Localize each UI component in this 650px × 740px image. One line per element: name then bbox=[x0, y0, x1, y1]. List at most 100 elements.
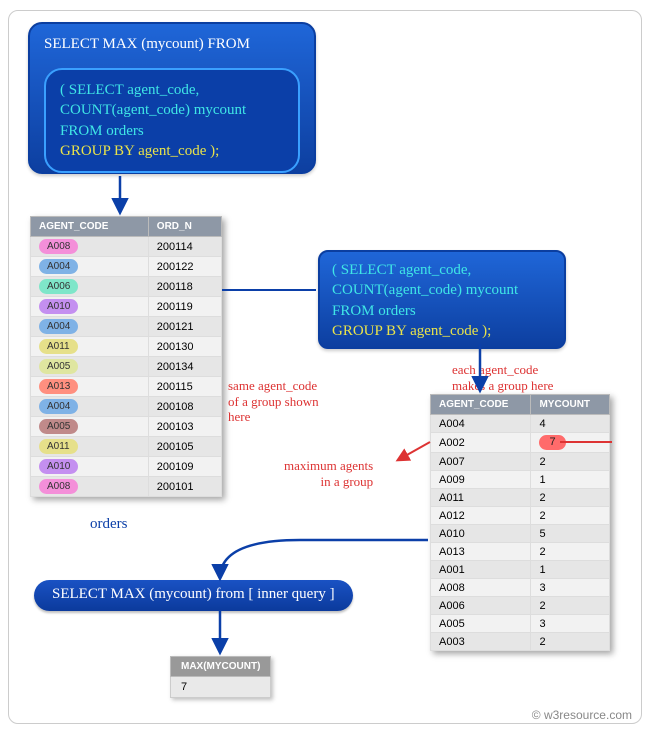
table-row: A008 200114 bbox=[31, 237, 222, 257]
inner-l4: GROUP BY agent_code ); bbox=[60, 141, 284, 161]
ord-cell: 200108 bbox=[148, 397, 221, 417]
orders-table: AGENT_CODE ORD_N A008200114A004200122A00… bbox=[30, 216, 222, 497]
inner2-l3: FROM orders bbox=[332, 301, 552, 321]
inner2-l1: ( SELECT agent_code, bbox=[332, 260, 552, 280]
inner2-l2: COUNT(agent_code) mycount bbox=[332, 280, 552, 300]
count-cell: 2 bbox=[531, 597, 610, 615]
table-row: A005 200134 bbox=[31, 357, 222, 377]
count-cell: 2 bbox=[531, 489, 610, 507]
count-cell: 1 bbox=[531, 471, 610, 489]
agent-pill: A004 bbox=[39, 259, 78, 274]
result-table: MAX(MYCOUNT) 7 bbox=[170, 656, 271, 698]
agent-cell: A001 bbox=[431, 561, 531, 579]
note-same-group: same agent_code of a group shown here bbox=[228, 378, 319, 425]
agent-cell: A010 bbox=[431, 525, 531, 543]
orders-th-ord: ORD_N bbox=[148, 217, 221, 237]
table-row: A0072 bbox=[431, 453, 610, 471]
agent-pill: A004 bbox=[39, 319, 78, 334]
ord-cell: 200109 bbox=[148, 457, 221, 477]
table-row: A0122 bbox=[431, 507, 610, 525]
table-row: A004 200108 bbox=[31, 397, 222, 417]
table-row: A011200105 bbox=[31, 437, 222, 457]
group-table: AGENT_CODE MYCOUNT A0044A0027A0072A0091A… bbox=[430, 394, 610, 651]
agent-cell: A004 bbox=[431, 415, 531, 433]
agent-cell: A009 bbox=[431, 471, 531, 489]
inner2-l4: GROUP BY agent_code ); bbox=[332, 321, 552, 341]
table-row: A008 200101 bbox=[31, 477, 222, 497]
note-each-group: each agent_code makes a group here bbox=[452, 362, 553, 393]
table-row: A010 200109 bbox=[31, 457, 222, 477]
agent-pill: A010 bbox=[39, 299, 78, 314]
agent-pill: A010 bbox=[39, 459, 78, 474]
agent-cell: A012 bbox=[431, 507, 531, 525]
ord-cell: 200101 bbox=[148, 477, 221, 497]
table-row: A004 200121 bbox=[31, 317, 222, 337]
table-row: A0032 bbox=[431, 633, 610, 651]
agent-pill: A008 bbox=[39, 479, 78, 494]
agent-cell: A005 bbox=[431, 615, 531, 633]
table-row: A0083 bbox=[431, 579, 610, 597]
agent-cell: A007 bbox=[431, 453, 531, 471]
count-cell: 1 bbox=[531, 561, 610, 579]
outer-query-text: SELECT MAX (mycount) FROM bbox=[44, 34, 300, 54]
count-cell: 2 bbox=[531, 543, 610, 561]
table-row: A006200118 bbox=[31, 277, 222, 297]
count-cell: 4 bbox=[531, 415, 610, 433]
ord-cell: 200114 bbox=[148, 237, 221, 257]
count-cell: 2 bbox=[531, 507, 610, 525]
ord-cell: 200119 bbox=[148, 297, 221, 317]
ord-cell: 200130 bbox=[148, 337, 221, 357]
group-th-cnt: MYCOUNT bbox=[531, 395, 610, 415]
table-row: A0105 bbox=[431, 525, 610, 543]
highlight-pill: 7 bbox=[539, 435, 565, 450]
final-query-oval: SELECT MAX (mycount) from [ inner query … bbox=[34, 580, 353, 611]
table-row: A005200103 bbox=[31, 417, 222, 437]
table-row: A0091 bbox=[431, 471, 610, 489]
agent-pill: A011 bbox=[39, 339, 78, 354]
count-cell: 2 bbox=[531, 453, 610, 471]
agent-cell: A006 bbox=[431, 597, 531, 615]
table-row: A0112 bbox=[431, 489, 610, 507]
inner-l2: COUNT(agent_code) mycount bbox=[60, 100, 284, 120]
agent-cell: A008 bbox=[431, 579, 531, 597]
agent-pill: A008 bbox=[39, 239, 78, 254]
result-value: 7 bbox=[171, 677, 271, 698]
outer-query-card: SELECT MAX (mycount) FROM ( SELECT agent… bbox=[28, 22, 316, 174]
table-row: A0132 bbox=[431, 543, 610, 561]
inner-l3: FROM orders bbox=[60, 121, 284, 141]
agent-cell: A003 bbox=[431, 633, 531, 651]
agent-pill: A011 bbox=[39, 439, 78, 454]
count-cell: 7 bbox=[531, 433, 610, 453]
result-header: MAX(MYCOUNT) bbox=[171, 657, 271, 677]
ord-cell: 200134 bbox=[148, 357, 221, 377]
agent-pill: A004 bbox=[39, 399, 78, 414]
agent-pill: A005 bbox=[39, 359, 78, 374]
note-max: maximum agents in a group bbox=[284, 458, 373, 489]
table-row: A0044 bbox=[431, 415, 610, 433]
count-cell: 3 bbox=[531, 579, 610, 597]
ord-cell: 200115 bbox=[148, 377, 221, 397]
table-row: A004 200122 bbox=[31, 257, 222, 277]
group-th-agent: AGENT_CODE bbox=[431, 395, 531, 415]
ord-cell: 200122 bbox=[148, 257, 221, 277]
count-cell: 5 bbox=[531, 525, 610, 543]
agent-pill: A013 bbox=[39, 379, 78, 394]
table-row: A002 7 bbox=[431, 433, 610, 453]
ord-cell: 200121 bbox=[148, 317, 221, 337]
table-row: A0011 bbox=[431, 561, 610, 579]
agent-pill: A006 bbox=[39, 279, 78, 294]
table-row: A010 200119 bbox=[31, 297, 222, 317]
inner-l1: ( SELECT agent_code, bbox=[60, 80, 284, 100]
table-row: A0053 bbox=[431, 615, 610, 633]
orders-th-agent: AGENT_CODE bbox=[31, 217, 149, 237]
orders-caption: orders bbox=[90, 516, 128, 533]
count-cell: 3 bbox=[531, 615, 610, 633]
table-row: A013 200115 bbox=[31, 377, 222, 397]
agent-cell: A013 bbox=[431, 543, 531, 561]
agent-cell: A002 bbox=[431, 433, 531, 453]
inner-query-card-right: ( SELECT agent_code, COUNT(agent_code) m… bbox=[318, 250, 566, 349]
count-cell: 2 bbox=[531, 633, 610, 651]
agent-cell: A011 bbox=[431, 489, 531, 507]
agent-pill: A005 bbox=[39, 419, 78, 434]
credit-text: © w3resource.com bbox=[532, 708, 632, 722]
